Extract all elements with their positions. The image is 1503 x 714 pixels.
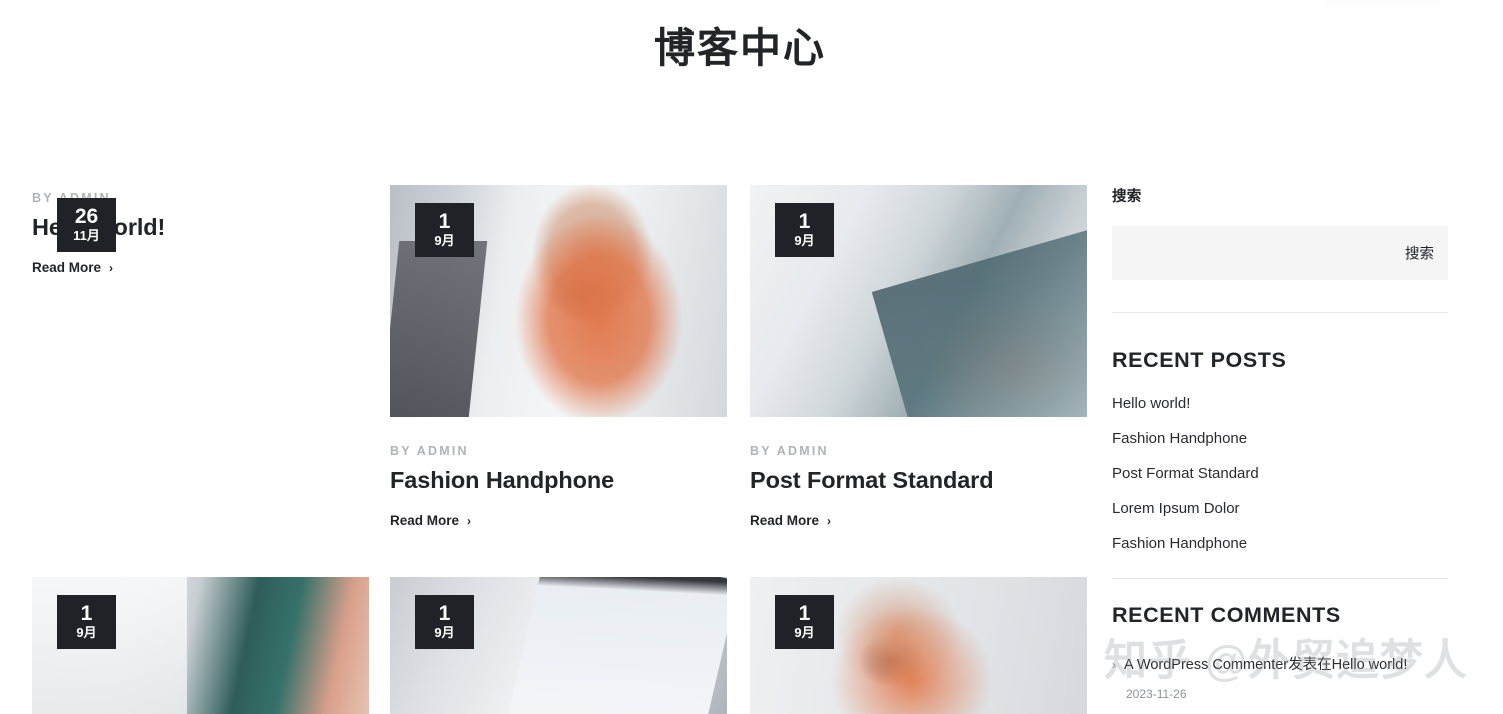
post-date-day: 1: [798, 209, 811, 233]
post-date-badge: 1 9月: [415, 203, 474, 257]
top-edge-artifact: [1324, 0, 1439, 5]
recent-posts-title: RECENT POSTS: [1112, 348, 1287, 372]
recent-post-link[interactable]: Fashion Handphone: [1112, 430, 1247, 447]
read-more-link[interactable]: Read More ›: [390, 513, 471, 528]
post-thumbnail[interactable]: 1 9月: [32, 577, 369, 714]
post-date-month: 9月: [76, 624, 97, 640]
list-item[interactable]: Fashion Handphone: [1112, 430, 1448, 448]
recent-post-link[interactable]: Hello world!: [1112, 395, 1190, 412]
recent-post-link[interactable]: Post Format Standard: [1112, 465, 1259, 482]
page-title: 博客中心: [654, 25, 826, 71]
post-date-day: 26: [74, 204, 99, 228]
post-date-badge: 1 9月: [57, 595, 116, 649]
post-author: BY ADMIN: [750, 444, 829, 458]
read-more-label: Read More: [750, 513, 820, 528]
post-date-month: 9月: [434, 232, 455, 248]
recent-posts-list: Hello world! Fashion Handphone Post Form…: [1112, 395, 1448, 553]
read-more-label: Read More: [390, 513, 460, 528]
post-date-month: 9月: [434, 624, 455, 640]
list-item[interactable]: Post Format Standard: [1112, 465, 1448, 483]
post-author: BY ADMIN: [390, 444, 469, 458]
post-date-badge: 1 9月: [415, 595, 474, 649]
post-date-month: 11月: [73, 227, 100, 243]
recent-post-link[interactable]: Fashion Handphone: [1112, 535, 1247, 552]
blog-card[interactable]: 1 9月 BY ADMIN Post Format Standard Read …: [750, 185, 1087, 530]
blog-card[interactable]: BY ADMIN Hello world! 26 11月 Read More ›: [32, 185, 369, 277]
post-date-day: 1: [438, 601, 451, 625]
chevron-right-icon: ›: [1112, 658, 1116, 672]
post-date-day: 1: [798, 601, 811, 625]
read-more-label: Read More: [32, 260, 102, 275]
list-item[interactable]: Fashion Handphone: [1112, 535, 1448, 553]
blog-card[interactable]: 1 9月 BY ADMIN Fashion Handphone Read Mor…: [390, 185, 727, 530]
chevron-right-icon: ›: [467, 513, 472, 528]
post-date-badge: 1 9月: [775, 595, 834, 649]
blog-card[interactable]: 1 9月: [750, 577, 1087, 714]
post-date-day: 1: [80, 601, 93, 625]
post-title[interactable]: Fashion Handphone: [390, 467, 727, 494]
comment-date: 2023-11-26: [1126, 687, 1187, 701]
post-date-month: 9月: [794, 232, 815, 248]
chevron-right-icon: ›: [827, 513, 832, 528]
post-thumbnail[interactable]: 1 9月: [390, 577, 727, 714]
post-thumbnail[interactable]: 1 9月: [750, 185, 1087, 417]
list-item[interactable]: › A WordPress Commenter发表在Hello world!: [1112, 653, 1448, 674]
sidebar-divider: [1112, 312, 1448, 313]
recent-post-link[interactable]: Lorem Ipsum Dolor: [1112, 500, 1240, 517]
post-date-badge: 1 9月: [775, 203, 834, 257]
post-thumbnail[interactable]: 1 9月: [390, 185, 727, 417]
search-button[interactable]: 搜索: [1405, 243, 1434, 264]
comment-text[interactable]: A WordPress Commenter发表在Hello world!: [1124, 653, 1407, 674]
search-widget-label: 搜索: [1112, 189, 1142, 205]
blog-card[interactable]: 1 9月: [390, 577, 727, 714]
read-more-link[interactable]: Read More ›: [32, 260, 113, 275]
post-title[interactable]: Post Format Standard: [750, 467, 1087, 494]
list-item[interactable]: Lorem Ipsum Dolor: [1112, 500, 1448, 518]
sidebar: 搜索 搜索 RECENT POSTS Hello world! Fashion …: [1112, 185, 1448, 701]
chevron-right-icon: ›: [109, 260, 114, 275]
search-input[interactable]: [1112, 226, 1448, 280]
blog-page: 博客中心 BY ADMIN Hello world! 26 11月 Read M…: [0, 0, 1503, 714]
sidebar-divider: [1112, 578, 1448, 579]
post-date-month: 9月: [794, 624, 815, 640]
list-item[interactable]: Hello world!: [1112, 395, 1448, 413]
blog-card[interactable]: 1 9月: [32, 577, 369, 714]
recent-comments-title: RECENT COMMENTS: [1112, 603, 1341, 627]
search-widget[interactable]: 搜索: [1112, 226, 1448, 280]
post-date-day: 1: [438, 209, 451, 233]
post-thumbnail[interactable]: 1 9月: [750, 577, 1087, 714]
post-date-badge: 26 11月: [57, 198, 116, 252]
read-more-link[interactable]: Read More ›: [750, 513, 831, 528]
